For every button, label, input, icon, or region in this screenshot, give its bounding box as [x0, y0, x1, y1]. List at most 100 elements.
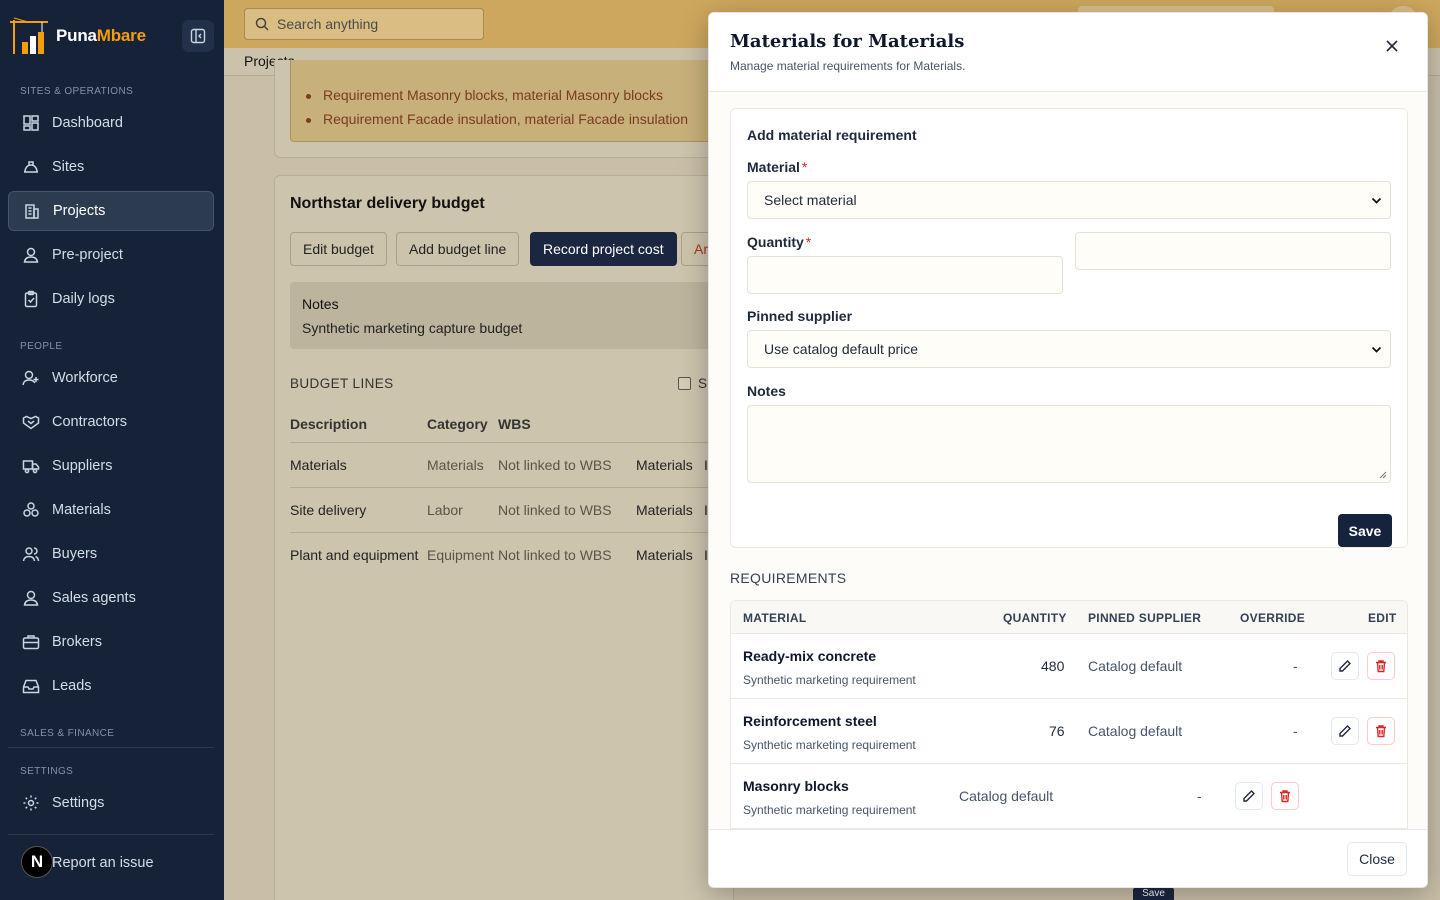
sidebar-item-label: Projects	[53, 203, 106, 219]
sidebar-item-materials[interactable]: Materials	[8, 490, 214, 530]
record-project-cost-button[interactable]: Record project cost	[530, 232, 677, 266]
section-label-sales-finance: SALES & FINANCE	[20, 728, 115, 739]
resize-handle-icon	[1379, 471, 1387, 479]
requirements-table: MATERIAL QUANTITY PINNED SUPPLIER OVERRI…	[730, 600, 1408, 829]
material-quantity: 480	[1041, 658, 1065, 674]
gear-icon	[23, 795, 39, 811]
filter-checkbox[interactable]	[678, 377, 691, 390]
material-name: Reinforcement steel	[743, 713, 877, 729]
budget-row-description: Plant and equipment	[290, 547, 419, 563]
sidebar-item-label: Settings	[52, 795, 105, 811]
save-requirement-button[interactable]: Save	[1338, 514, 1392, 547]
material-override: -	[1197, 788, 1202, 804]
sidebar-item-projects[interactable]: Projects	[8, 191, 214, 231]
table-row: Reinforcement steel Synthetic marketing …	[731, 699, 1407, 764]
report-issue-link[interactable]: Report an issue	[52, 855, 154, 871]
material-desc: Synthetic marketing requirement	[743, 803, 916, 817]
edit-button[interactable]	[1235, 782, 1263, 810]
truck-icon	[22, 460, 40, 474]
section-label-sites: SITES & OPERATIONS	[20, 86, 134, 97]
material-supplier: Catalog default	[959, 788, 1054, 804]
required-mark: *	[805, 234, 812, 250]
material-label: Material *	[747, 159, 808, 175]
sidebar-item-sites[interactable]: Sites	[8, 147, 214, 187]
col-category: Category	[427, 416, 488, 432]
sidebar-item-label: Pre-project	[52, 247, 123, 263]
row-divider	[290, 532, 730, 533]
sidebar-item-daily-logs[interactable]: Daily logs	[8, 279, 214, 319]
budget-lines-label: BUDGET LINES	[290, 376, 394, 391]
table-header: MATERIAL QUANTITY PINNED SUPPLIER OVERRI…	[731, 601, 1407, 634]
budget-notes: Notes Synthetic marketing capture budget	[290, 282, 730, 349]
section-label-people: PEOPLE	[20, 341, 63, 352]
pinned-supplier-label: Pinned supplier	[747, 308, 853, 324]
close-button[interactable]: Close	[1347, 842, 1407, 876]
pencil-icon	[1339, 725, 1351, 737]
trash-icon	[1376, 660, 1386, 673]
sidebar-item-label: Daily logs	[52, 291, 115, 307]
warning-item: Requirement Facade insulation, material …	[306, 111, 688, 127]
sidebar-item-label: Materials	[52, 502, 111, 518]
background-save-button[interactable]: Save	[1133, 888, 1174, 900]
sidebar-item-label: Contractors	[52, 414, 127, 430]
search-icon	[255, 17, 269, 31]
table-row: Ready-mix concrete Synthetic marketing r…	[731, 634, 1407, 699]
pinned-supplier-value: Use catalog default price	[764, 341, 919, 357]
user-icon	[23, 247, 39, 263]
crane-logo-icon	[10, 17, 48, 54]
pinned-supplier-select[interactable]: Use catalog default price	[747, 330, 1391, 368]
modal-body: Add material requirement Material * Selec…	[709, 91, 1427, 829]
users-icon	[22, 547, 40, 562]
chevron-down-icon	[1371, 197, 1382, 204]
sidebar-item-sales-agents[interactable]: Sales agents	[8, 578, 214, 618]
section-label-settings: SETTINGS	[20, 766, 74, 777]
collapse-sidebar-button[interactable]	[182, 20, 214, 52]
sidebar-item-label: Leads	[52, 678, 92, 694]
user-icon	[23, 590, 39, 606]
close-icon	[1386, 40, 1398, 52]
material-desc: Synthetic marketing requirement	[743, 738, 916, 752]
material-select[interactable]: Select material	[747, 181, 1391, 219]
sidebar-item-pre-project[interactable]: Pre-project	[8, 235, 214, 275]
sidebar-item-buyers[interactable]: Buyers	[8, 534, 214, 574]
avatar[interactable]: N	[21, 846, 53, 878]
modal-close-button[interactable]	[1381, 35, 1403, 57]
col-edit: EDIT	[1368, 611, 1397, 625]
budget-row-wbs: Not linked to WBS	[498, 457, 612, 473]
sidebar-toggle-icon	[190, 28, 206, 44]
material-select-value: Select material	[764, 192, 857, 208]
sidebar-item-dashboard[interactable]: Dashboard	[8, 103, 214, 143]
sidebar-item-contractors[interactable]: Contractors	[8, 402, 214, 442]
sidebar-item-brokers[interactable]: Brokers	[8, 622, 214, 662]
edit-button[interactable]	[1331, 652, 1359, 680]
edit-button[interactable]	[1331, 717, 1359, 745]
sidebar-item-settings[interactable]: Settings	[8, 783, 214, 823]
warning-item: Requirement Masonry blocks, material Mas…	[306, 87, 663, 103]
building-icon	[25, 204, 39, 219]
sidebar-item-label: Buyers	[52, 546, 98, 562]
row-divider	[290, 487, 730, 488]
sidebar-item-suppliers[interactable]: Suppliers	[8, 446, 214, 486]
unit-input[interactable]	[1075, 232, 1391, 270]
search-input[interactable]: Search anything	[244, 8, 484, 40]
modal-title: Materials for Materials	[730, 31, 965, 52]
brand[interactable]: PunaMbare	[8, 14, 146, 58]
quantity-input[interactable]	[747, 256, 1063, 294]
notes-text: Synthetic marketing capture budget	[302, 320, 523, 336]
hardhat-icon	[24, 161, 38, 173]
search-placeholder: Search anything	[277, 16, 379, 32]
delete-button[interactable]	[1367, 717, 1395, 745]
delete-button[interactable]	[1367, 652, 1395, 680]
chevron-down-icon	[1371, 346, 1382, 353]
sidebar-item-leads[interactable]: Leads	[8, 666, 214, 706]
notes-textarea[interactable]	[747, 405, 1391, 483]
add-budget-line-button[interactable]: Add budget line	[396, 232, 520, 266]
edit-budget-button[interactable]: Edit budget	[290, 232, 387, 266]
budget-row-category: Labor	[427, 502, 463, 518]
sidebar-item-workforce[interactable]: Workforce	[8, 358, 214, 398]
requirements-label: REQUIREMENTS	[730, 570, 847, 586]
delete-button[interactable]	[1271, 782, 1299, 810]
material-quantity: 76	[1049, 723, 1065, 739]
col-pinned-supplier: PINNED SUPPLIER	[1088, 611, 1202, 625]
add-requirement-form: Add material requirement Material * Selec…	[730, 108, 1408, 548]
